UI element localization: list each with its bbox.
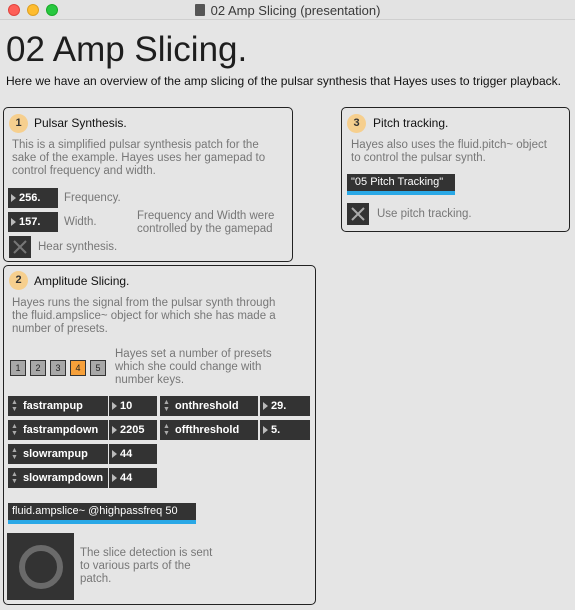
- panel-title-pitch: Pitch tracking.: [373, 116, 449, 130]
- step-badge-1: 1: [9, 114, 28, 133]
- pulsar-description: This is a simplified pulsar synthesis pa…: [12, 139, 265, 178]
- width-label: Width.: [64, 216, 97, 228]
- updown-arrows-icon: ▲ ▼: [11, 471, 18, 485]
- frequency-label: Frequency.: [64, 192, 121, 204]
- number-triangle-icon: [112, 474, 117, 482]
- number-triangle-icon: [112, 426, 117, 434]
- desc-line: This is a simplified pulsar synthesis pa…: [12, 139, 259, 151]
- desc-line: to control the pulsar synth.: [351, 152, 486, 164]
- window-titlebar: 02 Amp Slicing (presentation): [0, 0, 575, 20]
- note-line: number keys.: [115, 374, 185, 386]
- updown-arrows-icon: ▲ ▼: [163, 399, 170, 413]
- attr-name: offthreshold: [175, 424, 240, 436]
- attr-name: fastrampup: [23, 400, 83, 412]
- step-badge-3: 3: [347, 114, 366, 133]
- number-triangle-icon: [11, 218, 16, 226]
- note-line: patch.: [80, 573, 112, 585]
- hear-synthesis-label: Hear synthesis.: [38, 241, 118, 253]
- note-line: which she could change with: [115, 361, 262, 373]
- pitch-tracking-toggle[interactable]: [347, 203, 369, 225]
- width-number-box[interactable]: 157.: [8, 212, 58, 232]
- frequency-number-box[interactable]: 256.: [8, 188, 58, 208]
- attr-name: onthreshold: [175, 400, 239, 412]
- pitch-tracking-label: Use pitch tracking.: [377, 208, 472, 220]
- note-line: Hayes set a number of presets: [115, 348, 272, 360]
- preset-slot-5[interactable]: 5: [90, 360, 106, 376]
- preset-slot-3[interactable]: 3: [50, 360, 66, 376]
- note-line: Frequency and Width were: [137, 210, 275, 222]
- desc-line: Hayes also uses the fluid.pitch~ object: [351, 139, 547, 151]
- attr-name: fastrampdown: [23, 424, 99, 436]
- amplitude-description: Hayes runs the signal from the pulsar sy…: [12, 297, 276, 336]
- updown-arrows-icon: ▲ ▼: [11, 423, 18, 437]
- updown-arrows-icon: ▲ ▼: [11, 399, 18, 413]
- slice-note: The slice detection is sent to various p…: [80, 547, 212, 586]
- number-triangle-icon: [112, 402, 117, 410]
- step-badge-2: 2: [9, 271, 28, 290]
- panel-pulsar-synthesis: [3, 107, 293, 262]
- slice-detection-indicator[interactable]: [7, 533, 74, 600]
- panel-title-amplitude: Amplitude Slicing.: [34, 274, 130, 288]
- page-heading: 02 Amp Slicing.: [6, 30, 248, 69]
- attr-value: 2205: [120, 424, 145, 436]
- attr-value: 44: [120, 448, 133, 460]
- value-slowrampdown[interactable]: 44: [109, 468, 157, 488]
- attr-value: 29.: [271, 400, 287, 412]
- ring-icon: [19, 545, 63, 589]
- window-title: 02 Amp Slicing (presentation): [0, 3, 575, 18]
- preset-slot-1[interactable]: 1: [10, 360, 26, 376]
- value-onthreshold[interactable]: 29.: [260, 396, 310, 416]
- desc-line: number of presets.: [12, 323, 108, 335]
- x-icon: [351, 207, 365, 221]
- attr-fastrampdown[interactable]: ▲ ▼ fastrampdown: [8, 420, 108, 440]
- desc-line: sake of the example. Hayes uses her game…: [12, 152, 266, 164]
- attr-fastrampup[interactable]: ▲ ▼ fastrampup: [8, 396, 108, 416]
- number-triangle-icon: [112, 450, 117, 458]
- window-title-text: 02 Amp Slicing (presentation): [210, 3, 381, 18]
- number-triangle-icon: [11, 194, 16, 202]
- value-fastrampdown[interactable]: 2205: [109, 420, 157, 440]
- note-line: to various parts of the: [80, 560, 191, 572]
- attr-name: slowrampdown: [23, 472, 104, 484]
- number-triangle-icon: [263, 426, 268, 434]
- width-value: 157.: [19, 216, 41, 228]
- value-slowrampup[interactable]: 44: [109, 444, 157, 464]
- frequency-value: 256.: [19, 192, 41, 204]
- value-offthreshold[interactable]: 5.: [260, 420, 310, 440]
- desc-line: Hayes runs the signal from the pulsar sy…: [12, 297, 276, 309]
- updown-arrows-icon: ▲ ▼: [11, 447, 18, 461]
- desc-line: the fluid.ampslice~ object for which she…: [12, 310, 276, 322]
- preset-note: Hayes set a number of presets which she …: [115, 348, 272, 387]
- note-line: The slice detection is sent: [80, 547, 213, 559]
- pitch-tracking-message[interactable]: "05 Pitch Tracking": [347, 174, 455, 195]
- value-fastrampup[interactable]: 10: [109, 396, 157, 416]
- document-icon: [194, 4, 205, 16]
- intro-text: Here we have an overview of the amp slic…: [6, 74, 561, 88]
- attr-value: 10: [120, 400, 133, 412]
- attr-slowrampdown[interactable]: ▲ ▼ slowrampdown: [8, 468, 108, 488]
- gamepad-note: Frequency and Width were controlled by t…: [137, 210, 274, 236]
- number-triangle-icon: [263, 402, 268, 410]
- attr-value: 44: [120, 472, 133, 484]
- preset-slot-4[interactable]: 4: [70, 360, 86, 376]
- preset-slot-2[interactable]: 2: [30, 360, 46, 376]
- hear-synthesis-toggle[interactable]: [9, 236, 31, 258]
- x-icon: [13, 240, 27, 254]
- ampslice-object[interactable]: fluid.ampslice~ @highpassfreq 50: [8, 503, 196, 524]
- attr-value: 5.: [271, 424, 281, 436]
- panel-title-pulsar: Pulsar Synthesis.: [34, 116, 127, 130]
- attr-name: slowrampup: [23, 448, 88, 460]
- attr-offthreshold[interactable]: ▲ ▼ offthreshold: [160, 420, 258, 440]
- pitch-description: Hayes also uses the fluid.pitch~ object …: [351, 139, 547, 165]
- note-line: controlled by the gamepad: [137, 223, 273, 235]
- attr-onthreshold[interactable]: ▲ ▼ onthreshold: [160, 396, 258, 416]
- attr-slowrampup[interactable]: ▲ ▼ slowrampup: [8, 444, 108, 464]
- updown-arrows-icon: ▲ ▼: [163, 423, 170, 437]
- desc-line: control frequency and width.: [12, 165, 156, 177]
